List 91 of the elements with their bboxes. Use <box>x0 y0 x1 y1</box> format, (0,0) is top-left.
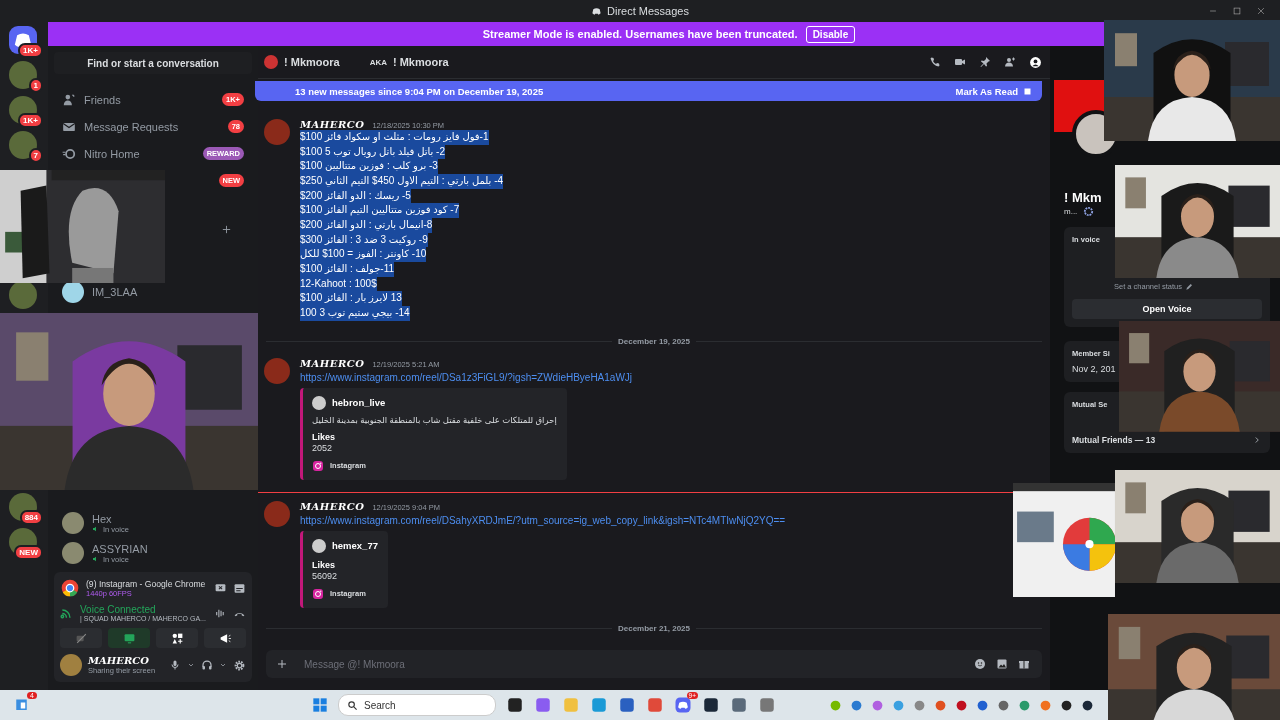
embed-author[interactable]: hemex_77 <box>332 540 378 552</box>
date-divider: December 21, 2025 <box>617 623 691 633</box>
stream-title: (9) Instagram - Google Chrome <box>86 578 207 589</box>
nav-item[interactable]: Message Requests <box>84 120 179 133</box>
maximize-icon[interactable] <box>1232 6 1242 16</box>
embed-field-value: 56092 <box>312 570 339 581</box>
activities-button[interactable] <box>156 628 198 648</box>
camera-logo-icon <box>312 459 324 472</box>
soundboard-button[interactable] <box>204 628 246 648</box>
voice-status[interactable]: Voice Connected <box>80 604 208 615</box>
embed-field-name: Likes <box>312 431 336 442</box>
message-field[interactable]: Message @! Mkmoora <box>266 650 1042 678</box>
profile-name: ! Mkm <box>1064 190 1102 205</box>
megaphone-icon <box>218 631 232 645</box>
add-icon[interactable] <box>276 658 288 670</box>
image-icon[interactable] <box>996 658 1008 670</box>
signal-icon <box>60 606 74 620</box>
window-title: Direct Messages <box>607 5 689 17</box>
message-author[interactable]: MAHERCO <box>300 119 365 130</box>
dm-name[interactable]: ASSYRIAN <box>92 542 148 555</box>
embed-description: إحراق للمتلكات على خلفية مقتل شاب بالمنطقة الجنوبية بمدينة الخليل <box>312 414 557 425</box>
user-avatar <box>264 55 278 69</box>
nav-item[interactable]: Nitro Home <box>84 147 140 160</box>
screen-share-button[interactable] <box>108 628 150 648</box>
user-avatar <box>62 512 84 534</box>
app-icon[interactable] <box>702 696 720 714</box>
camera-off-icon <box>74 631 88 645</box>
date-divider: December 19, 2025 <box>617 336 691 346</box>
microphone-icon[interactable] <box>169 659 181 671</box>
profile-tag: m... <box>1064 207 1078 216</box>
notification-badge: 1K+ <box>18 43 43 58</box>
new-messages-notice: 13 new messages since 9:04 PM on December 19, 2025 <box>295 85 544 97</box>
screen-icon <box>122 631 136 645</box>
camera-logo-icon <box>312 587 324 600</box>
pin-icon[interactable] <box>979 55 991 68</box>
aka-name: ! Mkmoora <box>392 56 449 68</box>
notification-badge: NEW <box>14 545 43 560</box>
app-icon[interactable] <box>506 696 524 714</box>
tray-icon[interactable] <box>1060 698 1073 712</box>
search-icon <box>347 699 358 711</box>
gift-icon[interactable] <box>1018 658 1030 670</box>
chevron-down-icon[interactable] <box>187 661 195 669</box>
notification-badge: 1K+ <box>18 113 43 128</box>
open-voice-button[interactable]: Open Voice <box>1072 299 1262 319</box>
disable-button[interactable]: Disable <box>805 25 856 43</box>
person-wave-icon <box>62 92 76 107</box>
user-avatar[interactable] <box>60 654 82 676</box>
nav-item[interactable]: Friends <box>84 93 121 106</box>
message-author[interactable]: MAHERCO <box>300 357 365 369</box>
message-input[interactable]: Message @! Mkmoora <box>302 657 960 671</box>
close-icon[interactable] <box>1256 6 1266 16</box>
taskbar-search[interactable]: Search <box>338 694 496 716</box>
headphones-icon[interactable] <box>201 659 213 671</box>
notification-badge: 884 <box>19 510 43 525</box>
settings-icon[interactable] <box>233 658 246 672</box>
embed-field-name: Likes <box>312 559 336 570</box>
browser-icon <box>60 578 80 598</box>
phone-icon[interactable] <box>929 55 941 68</box>
dm-name[interactable]: Hex <box>92 512 129 525</box>
message-link[interactable]: https://www.instagram.com/reel/DSa1z3FiGL9/?igsh=ZWdieHByeHA1aWJj <box>300 371 633 383</box>
chat-recipient: ! Mkmoora <box>284 56 340 68</box>
tray-icon[interactable] <box>1081 698 1094 712</box>
profile-icon[interactable] <box>1029 55 1042 69</box>
dm-name[interactable]: IM_3LAA <box>92 286 138 298</box>
pencil-icon <box>1184 282 1193 291</box>
emoji-icon[interactable] <box>974 658 986 670</box>
streamer-mode-notice: Streamer Mode is enabled. Usernames have been truncated. <box>482 28 798 40</box>
server-icon[interactable] <box>9 493 37 521</box>
user-avatar <box>62 542 84 564</box>
embed-author[interactable]: hebron_live <box>332 397 386 409</box>
chevron-down-icon[interactable] <box>219 661 227 669</box>
server-icon[interactable] <box>9 281 37 309</box>
stream-settings-icon[interactable] <box>233 581 246 595</box>
user-name: MAHERCO <box>88 655 150 666</box>
member-since-date: Nov 2, 201 <box>1072 364 1116 374</box>
aka-label: AKA <box>369 57 387 67</box>
add-friend-icon[interactable] <box>1004 55 1016 68</box>
start-icon[interactable] <box>312 697 328 713</box>
nitro-icon <box>62 146 76 161</box>
message-author[interactable]: MAHERCO <box>300 500 365 512</box>
embed-avatar <box>312 395 326 410</box>
mark-as-read-button[interactable]: Mark As Read <box>955 85 1032 97</box>
mutual-friends[interactable]: Mutual Friends — 13 <box>1072 435 1156 445</box>
conversation-search[interactable]: Find or start a conversation <box>54 52 252 74</box>
message-link[interactable]: https://www.instagram.com/reel/DSahyXRDJmE/?utm_source=ig_web_copy_link&igsh=NTc4MTIwNjQ2YQ== <box>300 514 786 526</box>
add-icon[interactable] <box>221 224 232 235</box>
embed-avatar <box>312 538 326 553</box>
ring-icon <box>1083 206 1095 217</box>
embed-field-value: 2052 <box>312 442 334 453</box>
user-avatar <box>62 281 84 303</box>
shapes-icon <box>170 631 184 645</box>
